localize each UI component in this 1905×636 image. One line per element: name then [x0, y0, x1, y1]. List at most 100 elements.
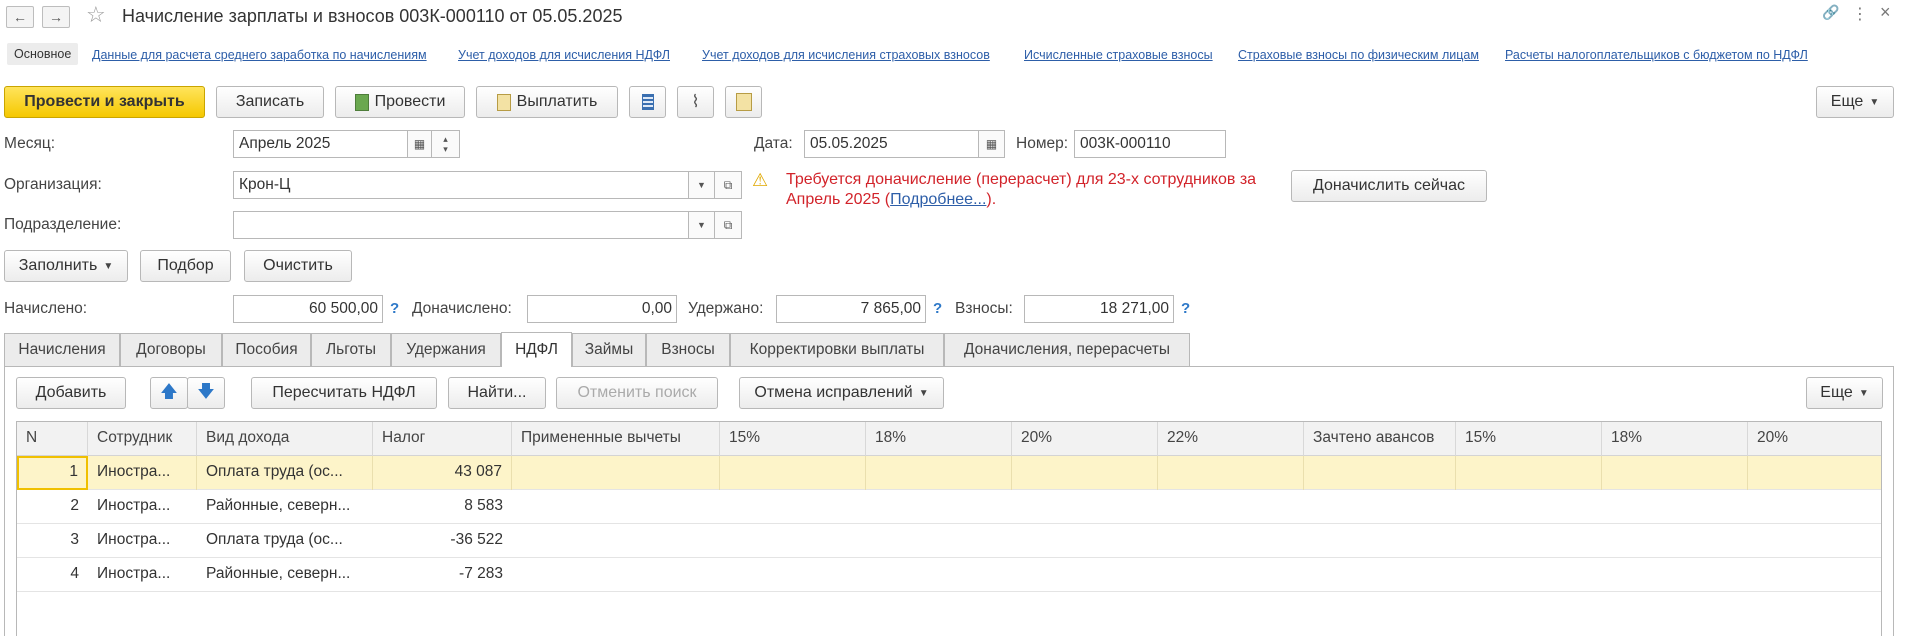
tab-contracts[interactable]: Договоры [120, 333, 222, 366]
section-ndfl-settlements[interactable]: Расчеты налогоплательщиков с бюджетом по… [1505, 48, 1808, 62]
favorite-star-icon[interactable]: ☆ [86, 2, 106, 28]
section-ndfl-income[interactable]: Учет доходов для исчисления НДФЛ [458, 48, 670, 62]
back-button[interactable]: ← [6, 6, 34, 28]
move-up-button[interactable]: 🡅 [150, 377, 188, 409]
cancel-corrections-button[interactable]: Отмена исправлений ▼ [739, 377, 944, 409]
row-15[interactable] [720, 456, 866, 490]
row-tax[interactable]: 43 087 [373, 456, 512, 490]
row-number[interactable]: 3 [17, 524, 88, 558]
contributions-help-icon[interactable]: ? [1181, 300, 1190, 317]
section-main[interactable]: Основное [7, 43, 79, 65]
link-icon[interactable]: 🔗 [1822, 4, 1839, 21]
accrued-help-icon[interactable]: ? [390, 300, 399, 317]
row-adv-15[interactable] [1456, 456, 1602, 490]
ndfl-table[interactable]: N Сотрудник Вид дохода Налог Примененные… [16, 421, 1882, 636]
withheld-help-icon[interactable]: ? [933, 300, 942, 317]
month-field[interactable]: Апрель 2025 [233, 130, 408, 158]
col-n[interactable]: N [17, 422, 88, 456]
post-and-close-button[interactable]: Провести и закрыть [4, 86, 205, 118]
section-contributions-by-person[interactable]: Страховые взносы по физическим лицам [1238, 48, 1479, 62]
section-insurance-income[interactable]: Учет доходов для исчисления страховых вз… [702, 48, 990, 62]
post-button[interactable]: Провести [335, 86, 465, 118]
tab-loans[interactable]: Займы [572, 333, 646, 366]
row-22[interactable] [1158, 456, 1304, 490]
org-open-icon[interactable]: ⧉ [714, 171, 742, 199]
more-menu-icon[interactable]: ⋮ [1852, 4, 1868, 24]
find-button[interactable]: Найти... [448, 377, 546, 409]
forward-button[interactable]: → [42, 6, 70, 28]
table-row[interactable]: 3 Иностра... Оплата труда (ос... -36 522 [17, 524, 1881, 558]
move-down-button[interactable]: 🡇 [187, 377, 225, 409]
col-22[interactable]: 22% [1158, 422, 1304, 456]
row-adv-18[interactable] [1602, 456, 1748, 490]
row-tax[interactable]: -36 522 [373, 524, 512, 558]
table-more-button[interactable]: Еще ▼ [1806, 377, 1883, 409]
number-field[interactable]: 003К-000110 [1074, 130, 1226, 158]
tab-accruals[interactable]: Начисления [4, 333, 120, 366]
row-20[interactable] [1012, 456, 1158, 490]
add-row-button[interactable]: Добавить [16, 377, 126, 409]
row-employee[interactable]: Иностра... [88, 456, 197, 490]
col-employee[interactable]: Сотрудник [88, 422, 197, 456]
table-row[interactable]: 2 Иностра... Районные, северн... 8 583 [17, 490, 1881, 524]
row-number[interactable]: 1 [17, 456, 88, 490]
details-link[interactable]: Подробнее... [890, 191, 986, 208]
row-income[interactable]: Районные, северн... [197, 558, 373, 592]
dept-open-icon[interactable]: ⧉ [714, 211, 742, 239]
more-button[interactable]: Еще ▼ [1816, 86, 1894, 118]
col-adv-20[interactable]: 20% [1748, 422, 1881, 456]
row-employee[interactable]: Иностра... [88, 524, 197, 558]
fill-button[interactable]: Заполнить ▼ [4, 250, 128, 282]
col-adv-15[interactable]: 15% [1456, 422, 1602, 456]
org-dropdown-icon[interactable]: ▼ [688, 171, 715, 199]
col-advances[interactable]: Зачтено авансов [1304, 422, 1456, 456]
row-tax[interactable]: -7 283 [373, 558, 512, 592]
row-income[interactable]: Районные, северн... [197, 490, 373, 524]
tab-benefits[interactable]: Пособия [222, 333, 311, 366]
date-field[interactable]: 05.05.2025 [804, 130, 979, 158]
close-icon[interactable]: × [1880, 2, 1891, 23]
recalculate-ndfl-button[interactable]: Пересчитать НДФЛ [251, 377, 437, 409]
pay-button[interactable]: Выплатить [476, 86, 618, 118]
organization-field[interactable]: Крон-Ц [233, 171, 689, 199]
row-deductions[interactable] [512, 456, 720, 490]
table-row[interactable]: 1 Иностра... Оплата труда (ос... 43 087 [17, 456, 1881, 490]
clear-button[interactable]: Очистить [244, 250, 352, 282]
month-stepper[interactable]: ▴ ▾ [431, 130, 460, 158]
tab-deductions[interactable]: Удержания [391, 333, 501, 366]
related-docs-button[interactable] [725, 86, 762, 118]
col-20[interactable]: 20% [1012, 422, 1158, 456]
col-adv-18[interactable]: 18% [1602, 422, 1748, 456]
report-button[interactable] [629, 86, 666, 118]
cancel-search-button[interactable]: Отменить поиск [556, 377, 718, 409]
col-tax[interactable]: Налог [373, 422, 512, 456]
row-number[interactable]: 2 [17, 490, 88, 524]
accrue-now-button[interactable]: Доначислить сейчас [1291, 170, 1487, 202]
calendar-icon[interactable]: ▦ [407, 130, 432, 158]
col-15[interactable]: 15% [720, 422, 866, 456]
department-field[interactable] [233, 211, 689, 239]
tab-privileges[interactable]: Льготы [311, 333, 391, 366]
table-row[interactable]: 4 Иностра... Районные, северн... -7 283 [17, 558, 1881, 592]
row-employee[interactable]: Иностра... [88, 558, 197, 592]
tab-payment-corrections[interactable]: Корректировки выплаты [730, 333, 944, 366]
tab-ndfl[interactable]: НДФЛ [501, 332, 572, 367]
section-calculated-contributions[interactable]: Исчисленные страховые взносы [1024, 48, 1213, 62]
pick-button[interactable]: Подбор [140, 250, 231, 282]
col-income-type[interactable]: Вид дохода [197, 422, 373, 456]
row-18[interactable] [866, 456, 1012, 490]
section-avg-earnings[interactable]: Данные для расчета среднего заработка по… [92, 48, 427, 62]
row-income[interactable]: Оплата труда (ос... [197, 456, 373, 490]
col-deductions[interactable]: Примененные вычеты [512, 422, 720, 456]
tab-recalculations[interactable]: Доначисления, перерасчеты [944, 333, 1190, 366]
attach-button[interactable]: ⌇ [677, 86, 714, 118]
row-number[interactable]: 4 [17, 558, 88, 592]
row-employee[interactable]: Иностра... [88, 490, 197, 524]
save-button[interactable]: Записать [216, 86, 324, 118]
row-advances[interactable] [1304, 456, 1456, 490]
col-18[interactable]: 18% [866, 422, 1012, 456]
tab-contributions[interactable]: Взносы [646, 333, 730, 366]
dept-dropdown-icon[interactable]: ▼ [688, 211, 715, 239]
date-calendar-icon[interactable]: ▦ [978, 130, 1005, 158]
row-tax[interactable]: 8 583 [373, 490, 512, 524]
